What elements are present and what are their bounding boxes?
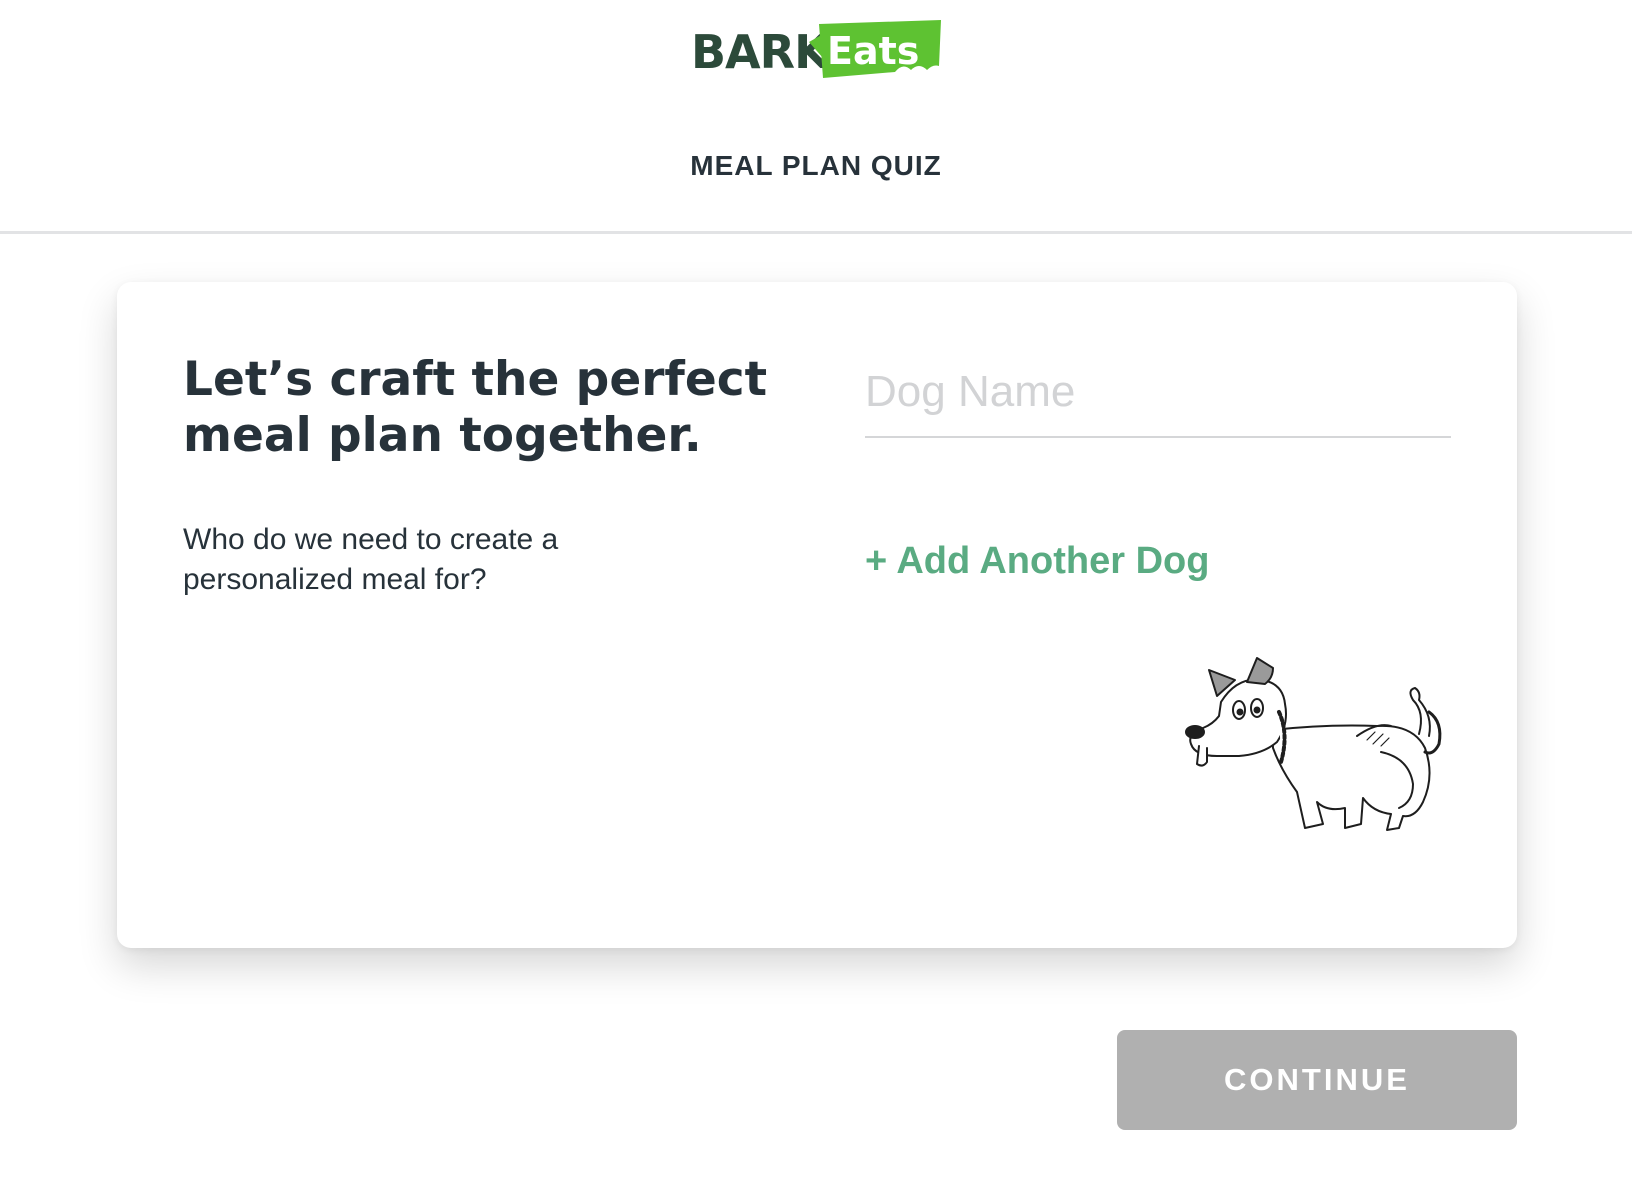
card-headline: Let’s craft the perfect meal plan togeth… [183,352,768,463]
continue-button[interactable]: CONTINUE [1117,1030,1517,1130]
card-subtext: Who do we need to create a personalized … [183,523,559,596]
dog-sketch-icon [1185,657,1442,831]
page-title: MEAL PLAN QUIZ [690,150,942,181]
quiz-card: Let’s craft the perfect meal plan togeth… [117,282,1517,948]
page-header: BARK Eats MEAL PLAN QUIZ [0,0,1632,234]
bark-eats-logo[interactable]: BARK Eats [691,18,941,82]
add-another-dog-link[interactable]: + Add Another Dog [865,540,1209,583]
logo-eats-text: Eats [827,29,920,73]
dog-name-input[interactable] [865,362,1451,438]
